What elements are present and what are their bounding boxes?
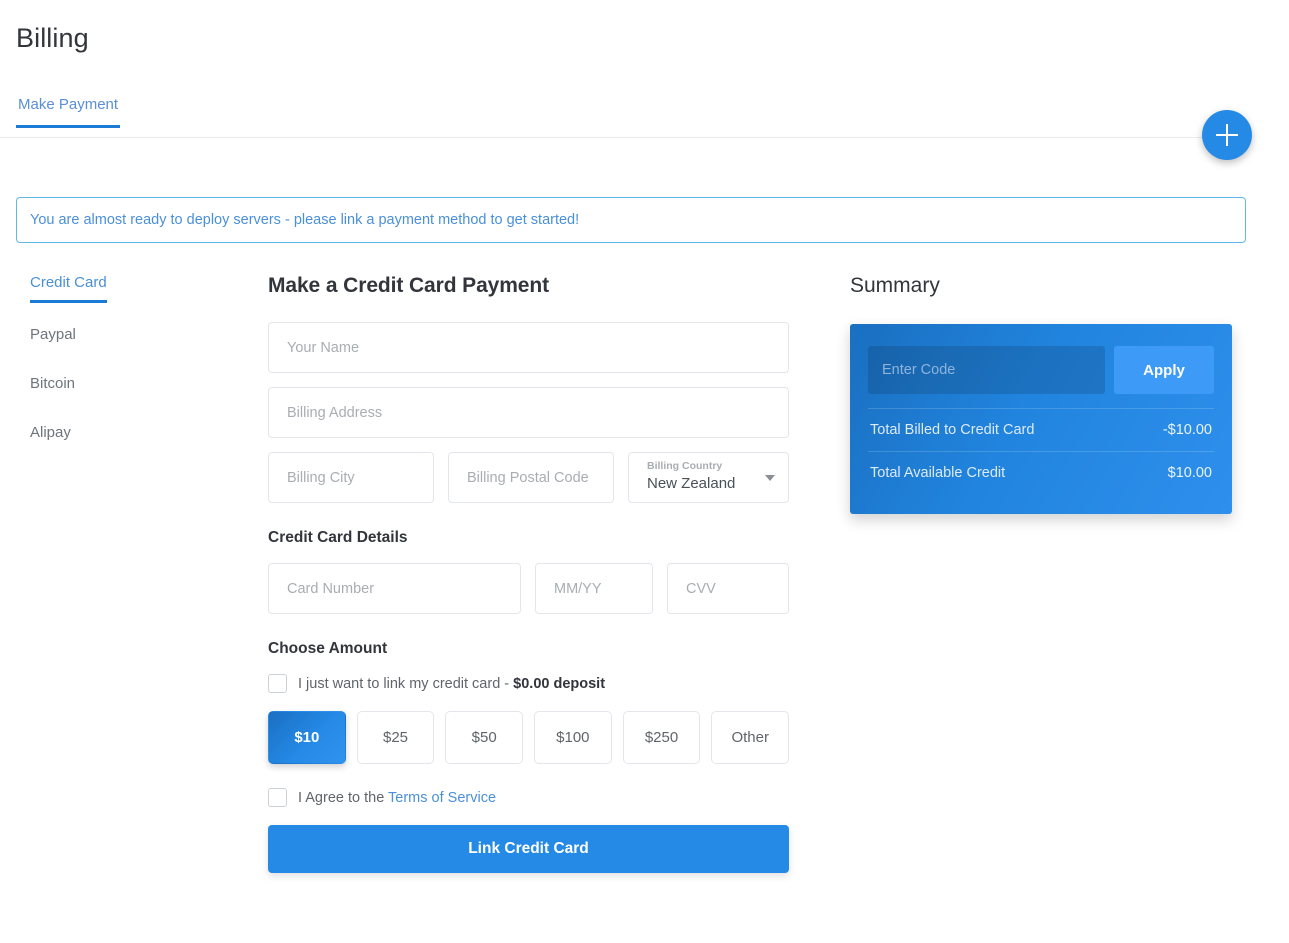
link-only-label: I just want to link my credit card - $0.…	[298, 676, 605, 692]
payment-method-list: Credit Card Paypal Bitcoin Alipay	[30, 274, 240, 473]
card-details-heading: Credit Card Details	[268, 529, 408, 546]
amount-option-250[interactable]: $250	[622, 711, 701, 764]
info-banner-text: You are almost ready to deploy servers -…	[30, 212, 580, 228]
summary-heading: Summary	[850, 274, 940, 297]
billing-page: Billing Make Payment You are almost read…	[0, 0, 1289, 943]
payment-method-paypal[interactable]: Paypal	[30, 326, 76, 352]
card-cvv-input[interactable]	[667, 563, 789, 614]
apply-code-button[interactable]: Apply	[1114, 346, 1214, 394]
summary-line-value: -$10.00	[1162, 422, 1212, 438]
billing-country-value: New Zealand	[647, 475, 736, 492]
link-only-text: I just want to link my credit card -	[298, 675, 514, 692]
billing-city-input[interactable]	[268, 452, 434, 503]
payment-method-alipay[interactable]: Alipay	[30, 424, 71, 450]
card-number-input[interactable]	[268, 563, 521, 614]
page-title: Billing	[16, 23, 89, 53]
terms-row: I Agree to the Terms of Service	[268, 788, 789, 807]
billing-address-input[interactable]	[268, 387, 789, 438]
promo-code-input[interactable]	[868, 346, 1105, 394]
summary-line-label: Total Available Credit	[870, 465, 1006, 481]
link-credit-card-button[interactable]: Link Credit Card	[268, 825, 789, 873]
billing-country-label: Billing Country	[647, 460, 723, 472]
amount-option-100[interactable]: $100	[534, 711, 612, 764]
plus-icon-stroke	[1226, 124, 1228, 146]
summary-line-total-billed: Total Billed to Credit Card -$10.00	[868, 408, 1214, 451]
card-details-row	[268, 563, 789, 614]
info-banner: You are almost ready to deploy servers -…	[16, 197, 1246, 243]
agree-terms-label: I Agree to the Terms of Service	[298, 790, 496, 806]
payment-method-bitcoin[interactable]: Bitcoin	[30, 375, 75, 401]
amount-option-25[interactable]: $25	[356, 711, 435, 764]
link-only-amount: $0.00 deposit	[513, 675, 606, 692]
add-payment-method-button[interactable]	[1202, 110, 1252, 160]
amount-options: $10 $25 $50 $100 $250 Other	[268, 711, 790, 764]
agree-terms-text: I Agree to the	[298, 789, 389, 806]
amount-option-50[interactable]: $50	[445, 711, 524, 764]
tab-bar: Make Payment	[0, 96, 1248, 138]
summary-line-label: Total Billed to Credit Card	[870, 422, 1035, 438]
summary-line-value: $10.00	[1167, 465, 1212, 481]
billing-country-select[interactable]: Billing Country New Zealand	[628, 452, 789, 503]
credit-card-form: Make a Credit Card Payment Billing Count…	[268, 274, 790, 873]
billing-location-row: Billing Country New Zealand	[268, 452, 789, 503]
agree-terms-checkbox[interactable]	[268, 788, 287, 807]
link-only-checkbox[interactable]	[268, 674, 287, 693]
summary-card: Apply Total Billed to Credit Card -$10.0…	[850, 324, 1232, 514]
chevron-down-icon	[765, 475, 775, 481]
terms-of-service-link[interactable]: Terms of Service	[388, 790, 496, 806]
link-only-row: I just want to link my credit card - $0.…	[268, 674, 789, 693]
tab-make-payment[interactable]: Make Payment	[16, 96, 121, 128]
summary-line-available-credit: Total Available Credit $10.00	[868, 451, 1214, 494]
amount-option-10[interactable]: $10	[268, 711, 346, 764]
promo-code-row: Apply	[868, 346, 1214, 394]
card-expiry-input[interactable]	[535, 563, 653, 614]
summary-panel: Summary Apply Total Billed to Credit Car…	[850, 274, 1232, 514]
amount-option-other[interactable]: Other	[711, 711, 790, 764]
choose-amount-heading: Choose Amount	[268, 640, 388, 657]
form-heading: Make a Credit Card Payment	[268, 274, 550, 297]
billing-postal-code-input[interactable]	[448, 452, 614, 503]
payment-method-credit-card[interactable]: Credit Card	[30, 274, 107, 303]
your-name-input[interactable]	[268, 322, 789, 373]
